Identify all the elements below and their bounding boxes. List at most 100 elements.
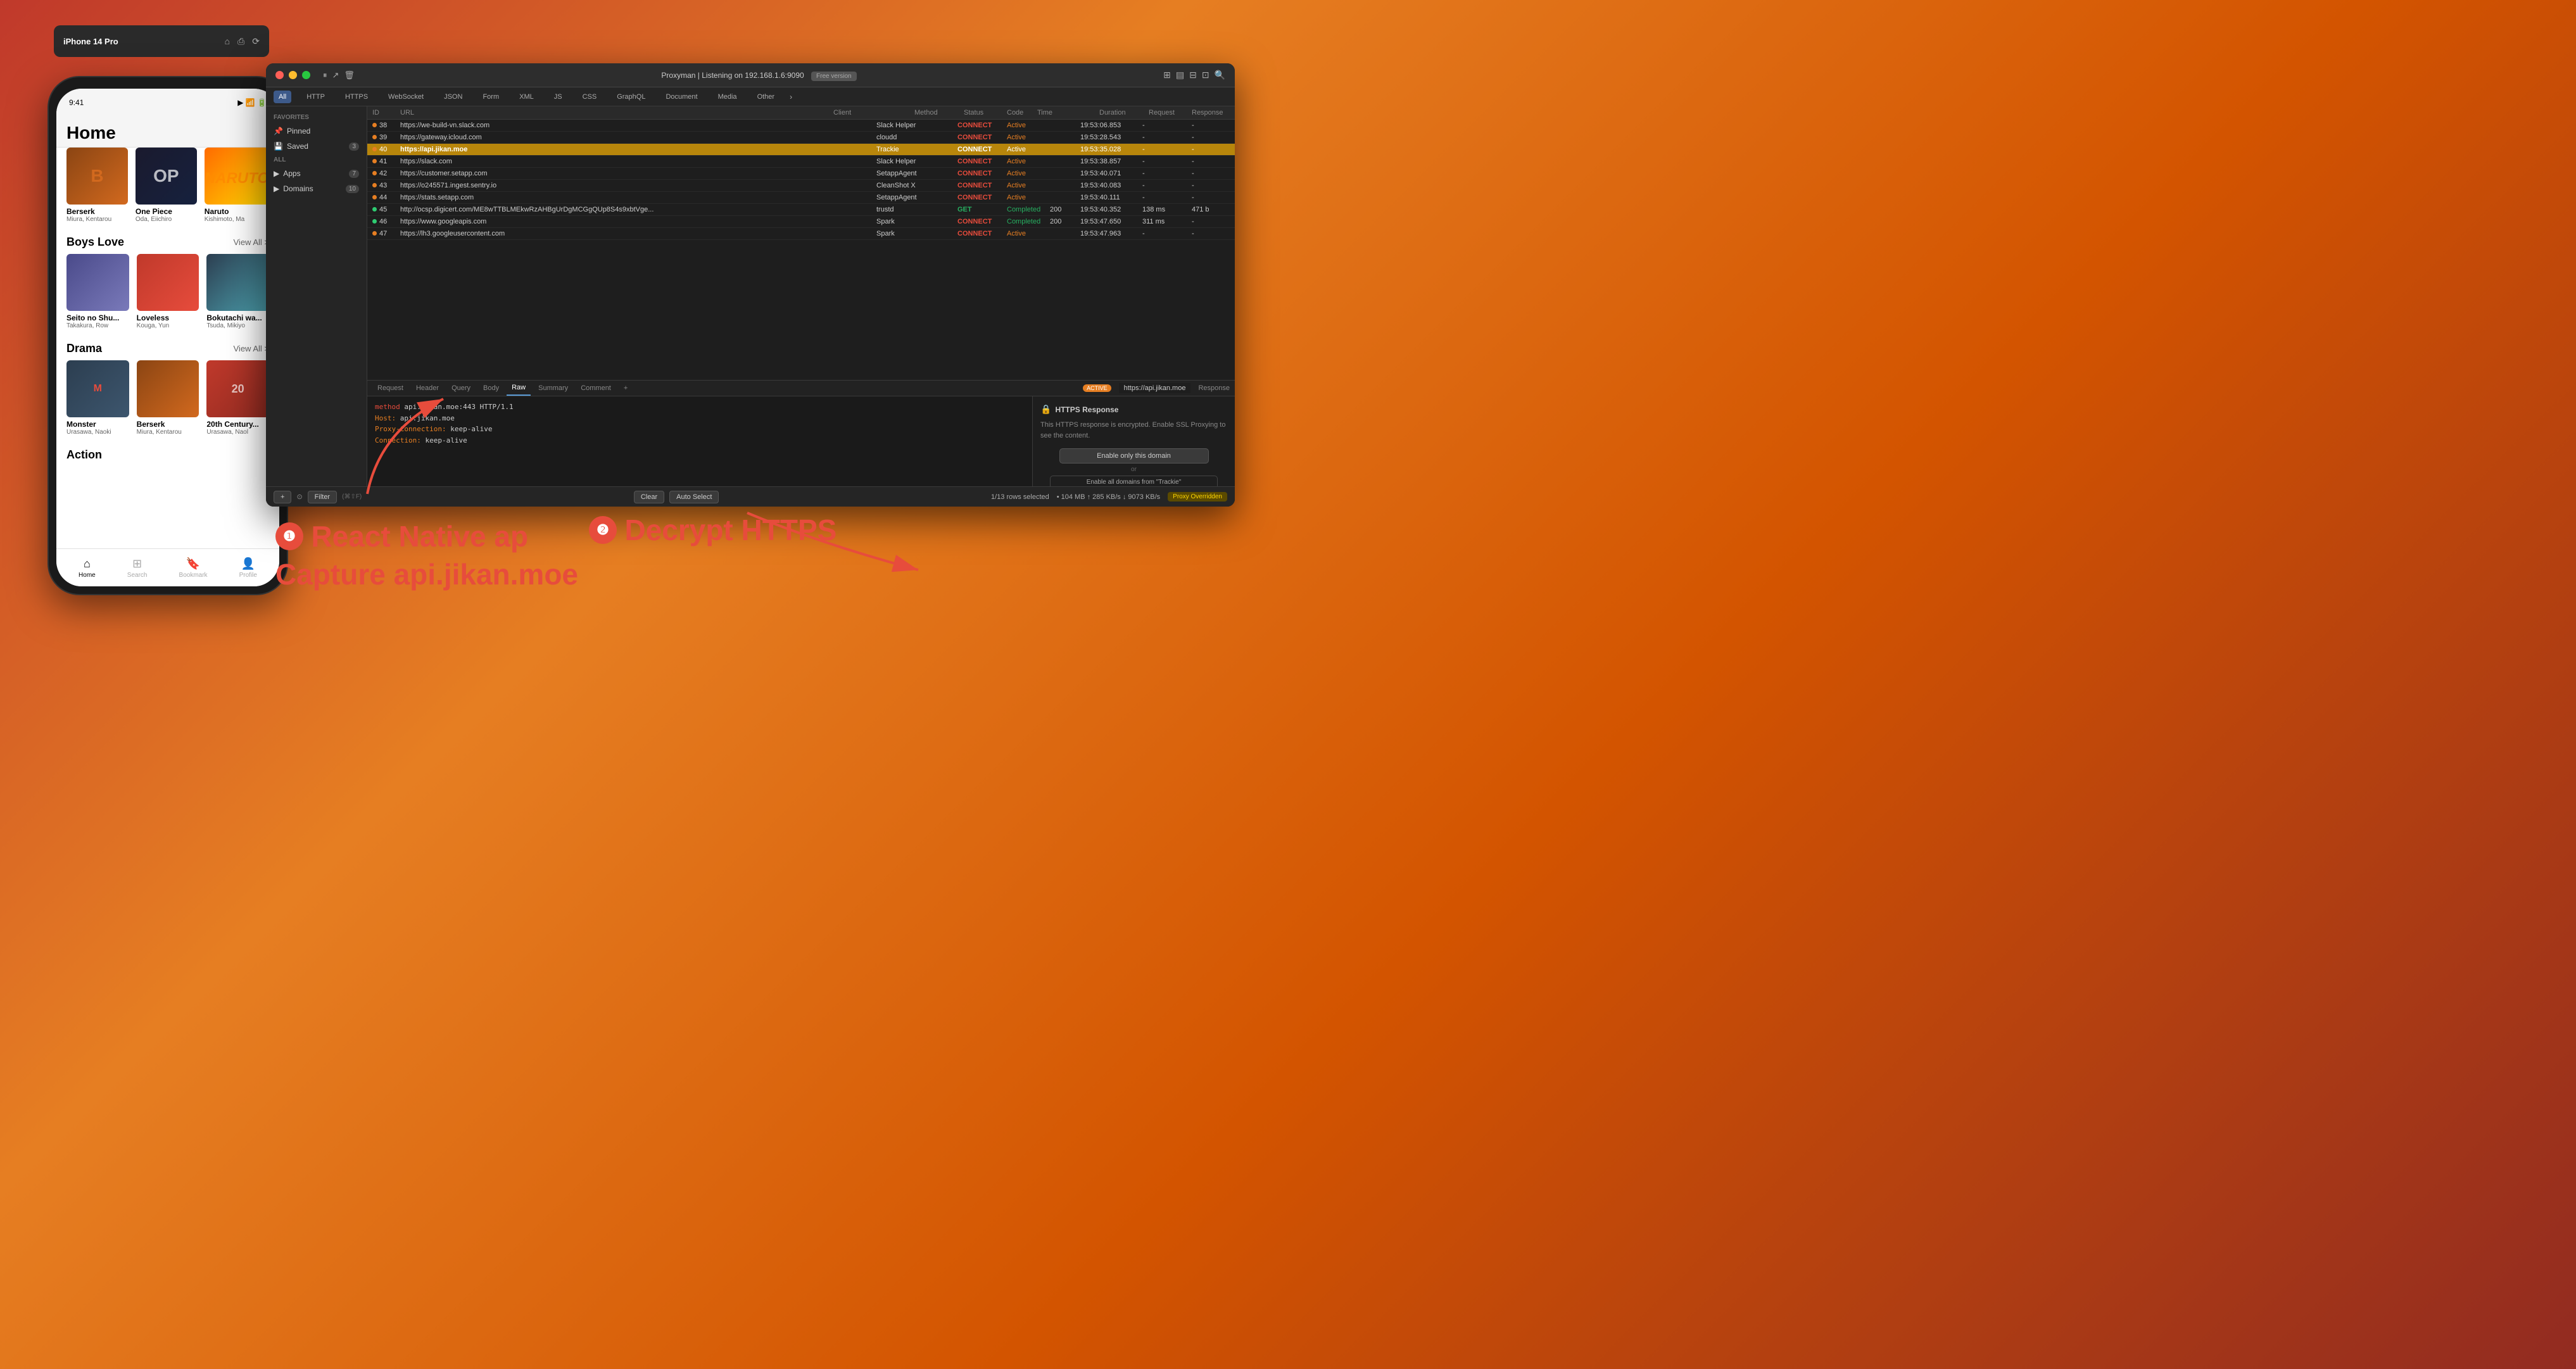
rotate-icon[interactable]: ⟳ bbox=[252, 36, 260, 47]
tab-all[interactable]: All bbox=[274, 91, 291, 103]
row-method: GET bbox=[957, 206, 1002, 213]
iphone-device: 9:41 ▶ 📶 🔋 Home B Berserk Miura, Kentaro… bbox=[47, 76, 288, 595]
close-button[interactable] bbox=[275, 71, 284, 79]
row-code: 200 bbox=[1050, 218, 1075, 225]
bookmark-tab-icon: 🔖 bbox=[186, 557, 200, 571]
req-header-proxy-key: Proxy-Connection: bbox=[375, 425, 450, 433]
tab-graphql[interactable]: GraphQL bbox=[612, 91, 650, 103]
tab-json[interactable]: JSON bbox=[439, 91, 467, 103]
more-tabs-icon[interactable]: › bbox=[790, 92, 792, 101]
tab-css[interactable]: CSS bbox=[578, 91, 602, 103]
home-icon[interactable]: ⌂ bbox=[225, 36, 230, 47]
sidebar: Favorites 📌 Pinned 💾 Saved 3 All ▶ Apps … bbox=[266, 106, 367, 507]
auto-select-button[interactable]: Auto Select bbox=[669, 491, 719, 503]
annotation-2: ❷ Decrypt HTTPS bbox=[589, 513, 837, 547]
detail-tab-request[interactable]: Request bbox=[372, 381, 408, 395]
window-icon2[interactable]: ▤ bbox=[1176, 70, 1184, 80]
manga-item-bokutachi[interactable]: Bokutachi wa... Tsuda, Mikiyo bbox=[206, 254, 269, 329]
annotation-2-label: Decrypt HTTPS bbox=[624, 514, 837, 546]
detail-tab-header[interactable]: Header bbox=[411, 381, 444, 395]
https-response-panel: 🔒 HTTPS Response This HTTPS response is … bbox=[1032, 396, 1235, 492]
row-client: cloudd bbox=[876, 134, 952, 141]
table-row[interactable]: 46 https://www.googleapis.com Spark CONN… bbox=[367, 216, 1235, 228]
saved-icon: 💾 bbox=[274, 142, 283, 151]
manga-item-20th[interactable]: 20 20th Century... Urasawa, Naol bbox=[206, 360, 269, 436]
minimize-button[interactable] bbox=[289, 71, 297, 79]
row-status: Active bbox=[1007, 230, 1045, 237]
boys-love-view-all[interactable]: View All > bbox=[234, 237, 270, 247]
tab-home[interactable]: ⌂ Home bbox=[79, 557, 96, 579]
manga-item-loveless[interactable]: Loveless Kouga, Yun bbox=[137, 254, 199, 329]
enable-domain-button[interactable]: Enable only this domain bbox=[1059, 448, 1209, 464]
tab-js[interactable]: JS bbox=[549, 91, 567, 103]
detail-tab-query[interactable]: Query bbox=[446, 381, 476, 395]
domains-icon: ▶ bbox=[274, 184, 279, 193]
https-response-label: HTTPS Response bbox=[1055, 405, 1118, 414]
row-code: 200 bbox=[1050, 206, 1075, 213]
drama-view-all[interactable]: View All > bbox=[234, 344, 270, 353]
clear-button[interactable]: Clear bbox=[634, 491, 664, 503]
proxyman-window: ⏸ ↗ 🗑 Proxyman | Listening on 192.168.1.… bbox=[266, 63, 1235, 507]
iphone-screen: 9:41 ▶ 📶 🔋 Home B Berserk Miura, Kentaro… bbox=[56, 89, 279, 586]
sidebar-apps[interactable]: ▶ Apps 7 bbox=[266, 166, 367, 181]
manga-item-naruto[interactable]: NARUTO Naruto Kishimoto, Ma bbox=[205, 148, 269, 223]
active-badge: ACTIVE bbox=[1083, 384, 1111, 392]
search-icon[interactable]: 🔍 bbox=[1215, 70, 1225, 80]
window-icon1[interactable]: ⊞ bbox=[1163, 70, 1171, 80]
maximize-button[interactable] bbox=[302, 71, 310, 79]
manga-item-monster[interactable]: M Monster Urasawa, Naoki bbox=[66, 360, 129, 436]
manga-item-berserk2[interactable]: Berserk Miura, Kentarou bbox=[137, 360, 199, 436]
table-row[interactable]: 42 https://customer.setapp.com SetappAge… bbox=[367, 168, 1235, 180]
drama-title: Drama bbox=[66, 342, 102, 355]
tab-bookmark[interactable]: 🔖 Bookmark bbox=[179, 557, 208, 579]
window-icon4[interactable]: ⊡ bbox=[1202, 70, 1209, 80]
tab-other[interactable]: Other bbox=[752, 91, 780, 103]
table-row[interactable]: 47 https://lh3.googleusercontent.com Spa… bbox=[367, 228, 1235, 240]
tab-websocket[interactable]: WebSocket bbox=[383, 91, 429, 103]
row-time: 19:53:47.650 bbox=[1080, 218, 1137, 225]
table-row[interactable]: 41 https://slack.com Slack Helper CONNEC… bbox=[367, 156, 1235, 168]
boys-love-section-header: Boys Love View All > bbox=[66, 228, 269, 254]
tab-media[interactable]: Media bbox=[713, 91, 742, 103]
manga-cover-20th: 20 bbox=[206, 360, 269, 417]
manga-cover-naruto: NARUTO bbox=[205, 148, 269, 205]
row-client: CleanShot X bbox=[876, 182, 952, 189]
iphone-model-label: iPhone 14 Pro bbox=[63, 37, 118, 46]
tab-search[interactable]: ⊞ Search bbox=[127, 557, 148, 579]
tab-xml[interactable]: XML bbox=[514, 91, 539, 103]
manga-item-seito[interactable]: Seito no Shu... Takakura, Row bbox=[66, 254, 129, 329]
row-status: Active bbox=[1007, 158, 1045, 165]
tab-profile[interactable]: 👤 Profile bbox=[239, 557, 257, 579]
window-pause-icon[interactable]: ⏸ bbox=[323, 70, 327, 80]
window-share-icon[interactable]: ↗ bbox=[332, 70, 339, 80]
https-response-title: 🔒 HTTPS Response bbox=[1040, 404, 1227, 415]
table-row[interactable]: 39 https://gateway.icloud.com cloudd CON… bbox=[367, 132, 1235, 144]
sidebar-saved[interactable]: 💾 Saved 3 bbox=[266, 139, 367, 154]
table-row-selected[interactable]: 40 https://api.jikan.moe Trackie CONNECT… bbox=[367, 144, 1235, 156]
screenshot-icon[interactable]: ⎙ bbox=[237, 36, 244, 47]
detail-tab-body[interactable]: Body bbox=[478, 381, 504, 395]
bottom-bar: + ⊙ Filter (⌘⇧F) Clear Auto Select 1/13 … bbox=[367, 486, 1235, 507]
table-row[interactable]: 43 https://o245571.ingest.sentry.io Clea… bbox=[367, 180, 1235, 192]
detail-tab-comment[interactable]: Comment bbox=[576, 381, 616, 395]
tab-document[interactable]: Document bbox=[660, 91, 702, 103]
detail-tab-raw[interactable]: Raw bbox=[507, 381, 531, 396]
window-trash-icon[interactable]: 🗑 bbox=[344, 70, 355, 80]
sidebar-domains[interactable]: ▶ Domains 10 bbox=[266, 181, 367, 196]
detail-tab-summary[interactable]: Summary bbox=[533, 381, 573, 395]
window-icon3[interactable]: ⊟ bbox=[1189, 70, 1197, 80]
row-id: 38 bbox=[372, 122, 395, 129]
detail-tab-plus[interactable]: + bbox=[619, 381, 633, 395]
table-row[interactable]: 38 https://we-build-vn.slack.com Slack H… bbox=[367, 120, 1235, 132]
table-row[interactable]: 45 http://ocsp.digicert.com/ME8wTTBLMEkw… bbox=[367, 204, 1235, 216]
proxy-badge: Proxy Overridden bbox=[1168, 492, 1227, 502]
manga-item-berserk[interactable]: B Berserk Miura, Kentarou bbox=[66, 148, 128, 223]
tab-https[interactable]: HTTPS bbox=[340, 91, 373, 103]
table-row[interactable]: 44 https://stats.setapp.com SetappAgent … bbox=[367, 192, 1235, 204]
manga-item-onepiece[interactable]: OP One Piece Oda, Eiichiro bbox=[136, 148, 197, 223]
sidebar-pinned[interactable]: 📌 Pinned bbox=[266, 123, 367, 139]
tab-form[interactable]: Form bbox=[477, 91, 504, 103]
page-title: Home bbox=[66, 123, 269, 143]
lock-icon: 🔒 bbox=[1040, 404, 1051, 415]
tab-http[interactable]: HTTP bbox=[301, 91, 330, 103]
